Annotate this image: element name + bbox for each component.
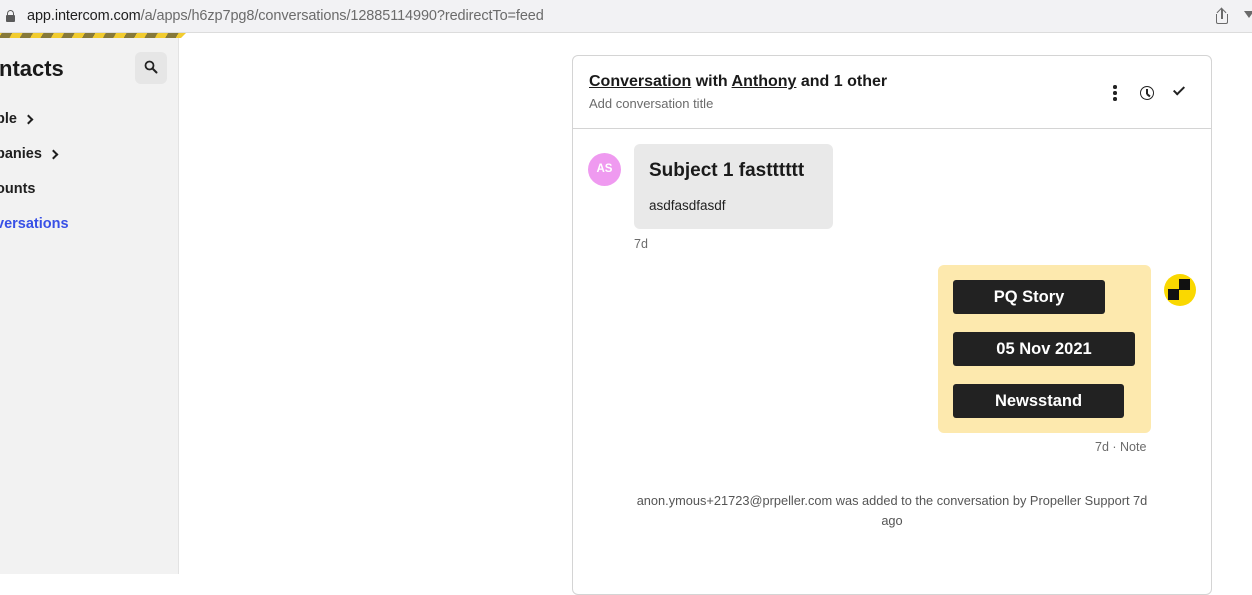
url-host: app.intercom.com	[27, 8, 141, 24]
sidebar-item-accounts[interactable]: ounts	[0, 181, 35, 197]
snooze-button[interactable]	[1137, 83, 1157, 103]
url-path: /a/apps/h6zp7pg8/conversations/128851149…	[140, 8, 544, 24]
note-tag: PQ Story	[953, 280, 1105, 314]
message-subject: Subject 1 fastttttt	[649, 160, 805, 181]
title-text: and 1 other	[796, 73, 888, 90]
conversation-title: Conversation with Anthony and 1 other	[589, 73, 887, 91]
conversation-link[interactable]: Conversation	[589, 73, 691, 90]
conversation-header: Conversation with Anthony and 1 other Ad…	[573, 56, 1211, 129]
sidebar-item-conversations[interactable]: versations	[0, 216, 69, 232]
sidebar-item-label: panies	[0, 146, 42, 162]
participant-link[interactable]: Anthony	[732, 73, 797, 90]
message-body: asdfasdfasdf	[649, 198, 726, 213]
chevron-right-icon	[23, 114, 34, 124]
note-bubble: PQ Story 05 Nov 2021 Newsstand	[938, 265, 1151, 433]
chevron-right-icon	[48, 149, 59, 159]
sidebar: ntacts ple panies ounts versations	[0, 38, 179, 574]
user-message-bubble: Subject 1 fastttttt asdfasdfasdf	[634, 144, 833, 229]
sidebar-title: ntacts	[0, 56, 64, 81]
add-title-field[interactable]: Add conversation title	[589, 96, 713, 111]
agent-avatar[interactable]	[1164, 274, 1196, 306]
share-icon[interactable]	[1215, 7, 1229, 24]
user-avatar[interactable]: AS	[588, 153, 621, 186]
browser-address-bar[interactable]: app.intercom.com/a/apps/h6zp7pg8/convers…	[0, 0, 1252, 33]
note-meta: 7d · Note	[1095, 440, 1147, 454]
url-text[interactable]: app.intercom.com/a/apps/h6zp7pg8/convers…	[27, 8, 544, 24]
search-button[interactable]	[135, 52, 167, 84]
conversation-card: Conversation with Anthony and 1 other Ad…	[572, 55, 1212, 595]
sidebar-item-label: ounts	[0, 181, 36, 197]
event-notice: anon.ymous+21723@prpeller.com was added …	[636, 493, 1148, 528]
message-timestamp: 7d	[634, 237, 648, 251]
search-icon	[144, 60, 158, 74]
sidebar-item-companies[interactable]: panies	[0, 146, 59, 162]
note-tag: Newsstand	[953, 384, 1124, 418]
filter-icon[interactable]	[1244, 11, 1252, 18]
sidebar-item-label: ple	[0, 111, 17, 127]
close-conversation-button[interactable]	[1169, 83, 1189, 103]
title-text: with	[691, 73, 732, 90]
more-options-button[interactable]	[1105, 83, 1125, 103]
note-tag: 05 Nov 2021	[953, 332, 1135, 366]
sidebar-item-people[interactable]: ple	[0, 111, 34, 127]
lock-icon	[6, 10, 15, 22]
sidebar-item-label: versations	[0, 216, 69, 232]
